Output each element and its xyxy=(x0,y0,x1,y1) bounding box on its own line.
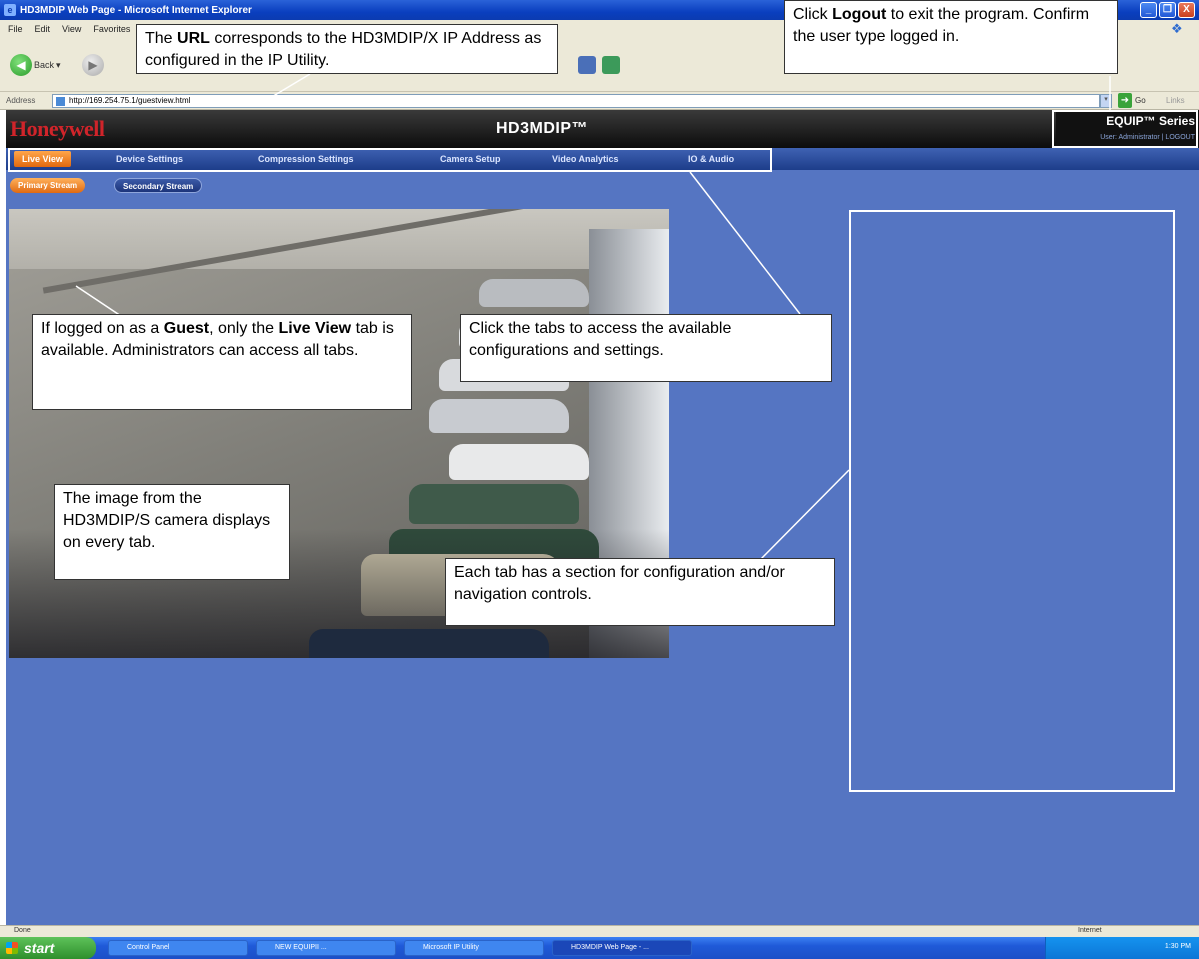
clock: 1:30 PM xyxy=(1164,943,1191,950)
taskbar-item[interactable]: Control Panel xyxy=(108,940,248,956)
ie-icon: e xyxy=(4,4,16,16)
parked-car xyxy=(309,629,549,658)
image-callout: The image from the HD3MDIP/S camera disp… xyxy=(54,484,290,580)
address-dropdown-icon[interactable]: ▾ xyxy=(1100,94,1112,108)
tabs-highlight-box xyxy=(8,148,772,172)
stream-bar: Primary Stream Secondary Stream xyxy=(6,170,1199,200)
address-label: Address xyxy=(6,96,36,105)
url-callout: The URL corresponds to the HD3MDIP/X IP … xyxy=(136,24,558,74)
maximize-button[interactable]: ❐ xyxy=(1159,2,1176,18)
window-title: HD3MDIP Web Page - Microsoft Internet Ex… xyxy=(20,4,252,16)
address-bar: Address http://169.254.75.1/guestview.ht… xyxy=(0,92,1199,110)
status-zone: Internet xyxy=(1078,927,1102,934)
logout-callout-text: Click xyxy=(793,6,833,23)
menu-view[interactable]: View xyxy=(62,24,81,34)
forward-button[interactable]: ▶ xyxy=(82,52,104,78)
parked-car xyxy=(479,279,589,307)
go-label[interactable]: Go xyxy=(1135,96,1146,105)
windows-logo-icon: ❖ xyxy=(1171,21,1183,36)
taskbar-item[interactable]: Microsoft IP Utility xyxy=(404,940,544,956)
guest-callout-bold-2: Live View xyxy=(278,320,352,337)
section-callout-text: Each tab has a section for configuration… xyxy=(454,564,785,603)
guest-callout-text: If logged on as a xyxy=(41,320,164,337)
tabs-callout: Click the tabs to access the available c… xyxy=(460,314,832,382)
tabs-callout-text: Click the tabs to access the available c… xyxy=(469,320,732,359)
minimize-button[interactable]: _ xyxy=(1140,2,1157,18)
url-text: http://169.254.75.1/guestview.html xyxy=(69,96,191,105)
windows-taskbar: start Control Panel NEW EQUIPII ... Micr… xyxy=(0,937,1199,959)
logout-callout-bold: Logout xyxy=(832,6,887,23)
section-callout: Each tab has a section for configuration… xyxy=(445,558,835,626)
window-controls: _ ❐ X xyxy=(1140,2,1195,18)
chevron-down-icon: ▾ xyxy=(56,59,61,70)
start-label: start xyxy=(24,940,55,956)
close-button[interactable]: X xyxy=(1178,2,1195,18)
back-arrow-icon: ◀ xyxy=(10,54,32,76)
url-callout-text: The xyxy=(145,30,178,47)
logout-callout: Click Logout to exit the program. Confir… xyxy=(784,0,1118,74)
system-tray: 1:30 PM xyxy=(1045,937,1199,959)
taskbar-item-active[interactable]: HD3MDIP Web Page - ... xyxy=(552,940,692,956)
menu-favorites[interactable]: Favorites xyxy=(93,24,130,34)
links-label[interactable]: Links xyxy=(1166,96,1185,105)
guest-callout: If logged on as a Guest, only the Live V… xyxy=(32,314,412,410)
status-bar: Done Internet xyxy=(0,925,1199,937)
back-label: Back xyxy=(34,60,55,70)
control-panel-outline xyxy=(849,210,1175,792)
page-header: Honeywell HD3MDIP™ EQUIP™ Series User: A… xyxy=(6,110,1199,148)
status-done: Done xyxy=(14,927,31,934)
forward-arrow-icon: ▶ xyxy=(82,54,104,76)
parked-car xyxy=(429,399,569,433)
media-icon[interactable] xyxy=(578,56,596,74)
messenger-icon[interactable] xyxy=(602,56,620,74)
guest-callout-text-2: , only the xyxy=(209,320,279,337)
start-button[interactable]: start xyxy=(0,937,96,959)
taskbar-item[interactable]: NEW EQUIPII ... xyxy=(256,940,396,956)
url-callout-bold: URL xyxy=(177,30,210,47)
toolbar-icons xyxy=(578,56,620,74)
primary-stream-button[interactable]: Primary Stream xyxy=(10,178,86,193)
brand-logo: Honeywell xyxy=(10,116,105,141)
guest-callout-bold: Guest xyxy=(163,320,210,337)
parked-car xyxy=(449,444,589,480)
product-title: HD3MDIP™ xyxy=(496,120,589,137)
image-callout-text: The image from the HD3MDIP/S camera disp… xyxy=(63,490,271,551)
windows-flag-icon xyxy=(6,942,18,954)
page-icon xyxy=(56,97,65,106)
go-button[interactable]: ➜ xyxy=(1118,93,1132,108)
parked-car xyxy=(409,484,579,524)
menu-edit[interactable]: Edit xyxy=(35,24,51,34)
back-button[interactable]: ◀ Back ▾ xyxy=(10,52,61,78)
url-input[interactable]: http://169.254.75.1/guestview.html xyxy=(52,94,1100,108)
series-highlight-box xyxy=(1052,110,1198,148)
menu-file[interactable]: File xyxy=(8,24,23,34)
secondary-stream-button[interactable]: Secondary Stream xyxy=(114,178,203,193)
